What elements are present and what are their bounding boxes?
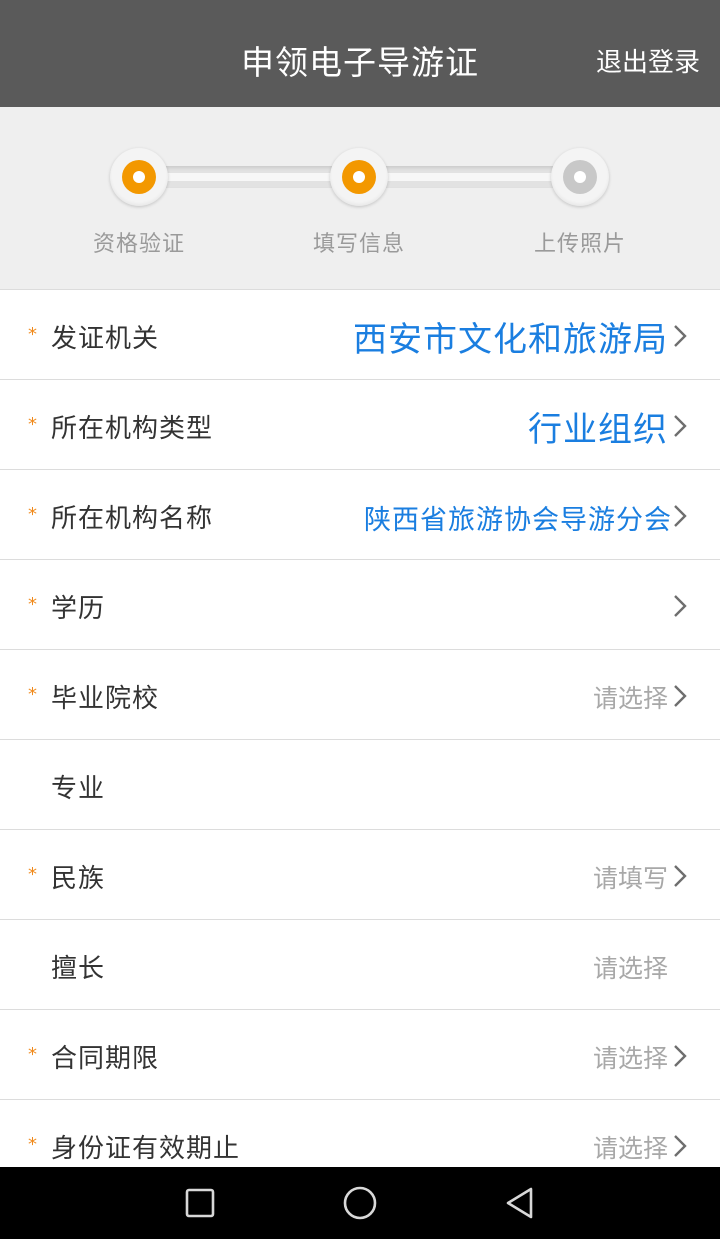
required-star: *	[28, 1044, 37, 1065]
step-upload-photo: 上传照片	[490, 148, 670, 258]
row-label: 专业	[51, 774, 106, 804]
step-label: 上传照片	[533, 232, 626, 257]
chevron-right-icon	[674, 595, 687, 617]
step-qualification: 资格验证	[49, 148, 229, 258]
row-value[interactable]: 请选择	[593, 679, 668, 715]
required-star: *	[28, 594, 37, 615]
required-star: *	[28, 1134, 37, 1155]
row-org-type[interactable]: * 所在机构类型 行业组织	[0, 380, 720, 470]
circle-icon[interactable]	[340, 1183, 380, 1223]
row-label: 身份证有效期止	[51, 1134, 241, 1164]
step-indicator	[330, 148, 388, 206]
row-education[interactable]: * 学历	[0, 560, 720, 650]
chevron-right-icon	[674, 1045, 687, 1067]
row-label: 学历	[51, 594, 106, 624]
step-fill-info: 填写信息	[269, 148, 449, 258]
row-issuing-authority[interactable]: * 发证机关 西安市文化和旅游局	[0, 290, 720, 380]
required-star: *	[28, 504, 37, 525]
step-label: 资格验证	[92, 232, 185, 257]
step-dot-pending	[563, 160, 597, 194]
row-label: 所在机构类型	[51, 414, 214, 444]
step-dot-done	[122, 160, 156, 194]
chevron-right-icon	[674, 685, 687, 707]
row-org-name[interactable]: * 所在机构名称 陕西省旅游协会导游分会	[0, 470, 720, 560]
row-specialty[interactable]: 擅长 请选择	[0, 920, 720, 1010]
chevron-right-icon	[674, 415, 687, 437]
required-star: *	[28, 684, 37, 705]
step-label: 填写信息	[312, 232, 405, 257]
step-dot-active	[342, 160, 376, 194]
row-label: 发证机关	[51, 324, 160, 354]
required-star: *	[28, 324, 37, 345]
row-label: 所在机构名称	[51, 504, 214, 534]
chevron-right-icon	[674, 505, 687, 527]
step-indicator	[551, 148, 609, 206]
form-list: * 发证机关 西安市文化和旅游局 * 所在机构类型 行业组织 * 所在机构名称 …	[0, 290, 720, 1190]
row-label: 毕业院校	[51, 684, 160, 714]
row-major[interactable]: 专业	[0, 740, 720, 830]
row-value[interactable]: 请填写	[593, 859, 668, 895]
step-indicator	[110, 148, 168, 206]
row-value[interactable]: 行业组织	[528, 402, 668, 451]
row-school[interactable]: * 毕业院校 请选择	[0, 650, 720, 740]
system-nav-bar	[0, 1167, 720, 1239]
row-value[interactable]: 请选择	[593, 949, 668, 985]
row-value[interactable]: 陕西省旅游协会导游分会	[364, 498, 672, 537]
required-star: *	[28, 414, 37, 435]
triangle-back-icon[interactable]	[500, 1183, 540, 1223]
app-header: 申领电子导游证 退出登录	[0, 0, 720, 107]
row-value[interactable]: 西安市文化和旅游局	[353, 312, 668, 361]
row-label: 擅长	[51, 954, 106, 984]
row-value[interactable]: 请选择	[593, 1039, 668, 1075]
progress-steps: 资格验证 填写信息 上传照片	[0, 107, 720, 290]
chevron-right-icon	[674, 865, 687, 887]
row-contract-term[interactable]: * 合同期限 请选择	[0, 1010, 720, 1100]
chevron-right-icon	[674, 325, 687, 347]
required-star: *	[28, 864, 37, 885]
row-label: 民族	[51, 864, 106, 894]
row-label: 合同期限	[51, 1044, 160, 1074]
chevron-right-icon	[674, 1135, 687, 1157]
row-value[interactable]: 请选择	[593, 1129, 668, 1165]
logout-button[interactable]: 退出登录	[596, 42, 700, 79]
square-icon[interactable]	[180, 1183, 220, 1223]
row-ethnicity[interactable]: * 民族 请填写	[0, 830, 720, 920]
